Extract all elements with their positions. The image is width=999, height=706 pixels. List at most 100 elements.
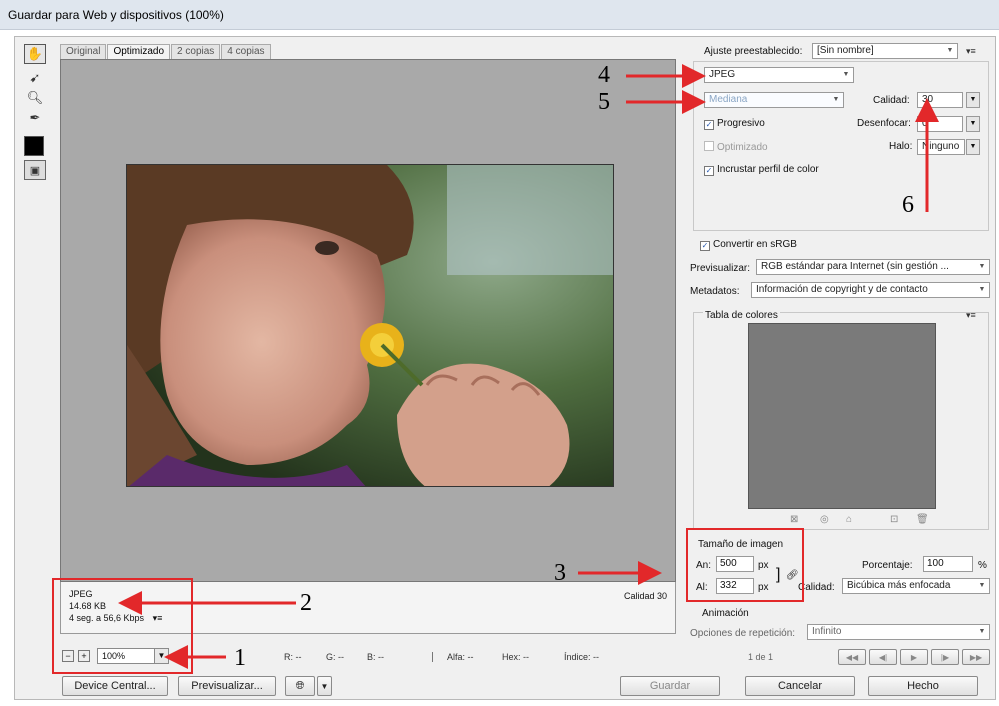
matte-label: Halo: xyxy=(889,141,913,152)
preset-menu-icon[interactable]: ▾≡ xyxy=(966,46,976,57)
checkbox-checked-icon: ✓ xyxy=(704,120,714,130)
annotation-number-1: 1 xyxy=(234,645,246,671)
optimized-label: Optimizado xyxy=(717,142,768,153)
annotation-box-2 xyxy=(52,578,193,674)
chevron-down-icon: ▼ xyxy=(832,96,840,103)
format-select[interactable]: JPEG ▼ xyxy=(704,67,854,83)
quality-preset-value: Mediana xyxy=(709,94,748,105)
done-button[interactable]: Hecho xyxy=(868,676,978,696)
percent-unit: % xyxy=(978,560,987,571)
matte-dropdown-icon[interactable]: ▼ xyxy=(966,139,980,155)
loop-value: Infinito xyxy=(812,626,842,637)
percent-label: Porcentaje: xyxy=(862,560,913,571)
chevron-down-icon: ▼ xyxy=(978,582,986,589)
eyedropper-tool-icon[interactable]: ✒ xyxy=(24,108,46,128)
color-table-menu-icon[interactable]: ▾≡ xyxy=(966,310,976,321)
annotation-number-6: 6 xyxy=(902,192,914,218)
preview-label: Previsualizar: xyxy=(690,263,751,274)
preset-value: [Sin nombre] xyxy=(817,45,874,56)
title-bar: Guardar para Web y dispositivos (100%) xyxy=(0,0,999,30)
frame-counter: 1 de 1 xyxy=(748,652,774,662)
browser-icon[interactable]: 🌐︎ xyxy=(285,676,315,696)
checkbox-checked-icon: ✓ xyxy=(700,241,710,251)
color-table-toolbar: ⊠ ◎ ⌂ ⊡ 🗑︎ xyxy=(790,514,940,528)
color-table-swatches[interactable] xyxy=(748,323,936,509)
quality-input[interactable]: 30 xyxy=(917,92,963,108)
progressive-checkbox[interactable]: ✓ Progresivo xyxy=(704,118,765,130)
map-transparency-icon[interactable]: ⊠ xyxy=(790,514,798,525)
toggle-slices-icon[interactable]: ▣ xyxy=(24,160,46,180)
embed-profile-label: Incrustar perfil de color xyxy=(717,164,819,175)
lock-color-icon[interactable]: ⌂ xyxy=(846,514,852,525)
progressive-label: Progresivo xyxy=(717,118,765,129)
chevron-down-icon: ▼ xyxy=(978,286,986,293)
last-frame-button[interactable]: ▶▶ xyxy=(962,649,990,665)
matte-select[interactable]: Ninguno xyxy=(917,139,965,155)
blur-label: Desenfocar: xyxy=(857,118,911,129)
play-button[interactable]: ▶ xyxy=(900,649,928,665)
browser-dropdown-icon[interactable]: ▼ xyxy=(317,676,332,696)
first-frame-button[interactable]: ◀◀ xyxy=(838,649,866,665)
quality-preset-select[interactable]: Mediana ▼ xyxy=(704,92,844,108)
trash-icon[interactable]: 🗑︎ xyxy=(916,514,929,525)
embed-profile-checkbox[interactable]: ✓ Incrustar perfil de color xyxy=(704,164,819,176)
preview-select[interactable]: RGB estándar para Internet (sin gestión … xyxy=(756,259,990,275)
view-tabs: Original Optimizado 2 copias 4 copias xyxy=(60,44,272,60)
metadata-label: Metadatos: xyxy=(690,286,740,297)
convert-srgb-checkbox[interactable]: ✓ Convertir en sRGB xyxy=(700,239,797,251)
preview-image xyxy=(126,164,614,487)
device-central-button[interactable]: Device Central... xyxy=(62,676,168,696)
readout-alpha: Alfa: -- xyxy=(432,652,474,662)
tab-2-up[interactable]: 2 copias xyxy=(171,44,221,60)
preset-label: Ajuste preestablecido: xyxy=(704,46,803,57)
format-value: JPEG xyxy=(709,69,736,80)
eyedropper-color-swatch[interactable] xyxy=(24,136,44,156)
loop-select[interactable]: Infinito ▼ xyxy=(807,624,990,640)
resample-quality-select[interactable]: Bicúbica más enfocada ▼ xyxy=(842,578,990,594)
tab-optimized[interactable]: Optimizado xyxy=(107,44,171,60)
prev-frame-button[interactable]: ◀| xyxy=(869,649,897,665)
dialog-buttons: Device Central... Previsualizar... 🌐︎ ▼ … xyxy=(0,676,999,706)
annotation-number-3: 3 xyxy=(554,560,566,586)
annotation-number-2: 2 xyxy=(300,590,312,616)
next-frame-button[interactable]: |▶ xyxy=(931,649,959,665)
chevron-down-icon: ▼ xyxy=(978,263,986,270)
checkbox-unchecked-icon xyxy=(704,141,714,151)
tab-original[interactable]: Original xyxy=(60,44,107,60)
photo-girl-dandelion xyxy=(127,165,613,486)
info-quality: Calidad 30 xyxy=(623,591,667,601)
hand-tool-icon[interactable]: ✋ xyxy=(24,44,46,64)
metadata-value: Información de copyright y de contacto xyxy=(756,284,928,295)
convert-srgb-label: Convertir en sRGB xyxy=(713,239,797,250)
toolbox: ✋ ➹ 🔍︎ ✒ ▣ xyxy=(22,42,48,184)
resample-quality-value: Bicúbica más enfocada xyxy=(847,580,951,591)
optimized-checkbox[interactable]: Optimizado xyxy=(704,141,768,153)
new-color-icon[interactable]: ⊡ xyxy=(890,514,898,525)
window-title: Guardar para Web y dispositivos (100%) xyxy=(8,8,224,22)
loop-label: Opciones de repetición: xyxy=(690,628,796,639)
readout-g: G: -- xyxy=(326,652,344,662)
quality-slider-button[interactable]: ▼ xyxy=(966,92,980,108)
preview-in-browser-button[interactable]: Previsualizar... xyxy=(178,676,276,696)
preset-select[interactable]: [Sin nombre] ▼ xyxy=(812,43,958,59)
readout-r: R: -- xyxy=(284,652,302,662)
percent-input[interactable]: 100 xyxy=(923,556,973,572)
tab-4-up[interactable]: 4 copias xyxy=(221,44,271,60)
slice-select-tool-icon[interactable]: ➹ xyxy=(24,68,46,88)
preview-value: RGB estándar para Internet (sin gestión … xyxy=(761,261,949,272)
animation-title: Animación xyxy=(702,608,749,619)
readout-index: Índice: -- xyxy=(564,652,600,662)
cancel-button[interactable]: Cancelar xyxy=(745,676,855,696)
readout-hex: Hex: -- xyxy=(502,652,529,662)
checkbox-checked-icon: ✓ xyxy=(704,166,714,176)
chevron-down-icon: ▼ xyxy=(946,47,954,54)
annotation-box-3 xyxy=(686,528,804,602)
annotation-number-4: 4 xyxy=(598,62,610,88)
blur-input[interactable]: 0 xyxy=(917,116,963,132)
blur-slider-button[interactable]: ▼ xyxy=(966,116,980,132)
web-snap-icon[interactable]: ◎ xyxy=(820,514,829,525)
annotation-number-5: 5 xyxy=(598,89,610,115)
zoom-tool-icon[interactable]: 🔍︎ xyxy=(24,88,46,108)
metadata-select[interactable]: Información de copyright y de contacto ▼ xyxy=(751,282,990,298)
save-button[interactable]: Guardar xyxy=(620,676,720,696)
